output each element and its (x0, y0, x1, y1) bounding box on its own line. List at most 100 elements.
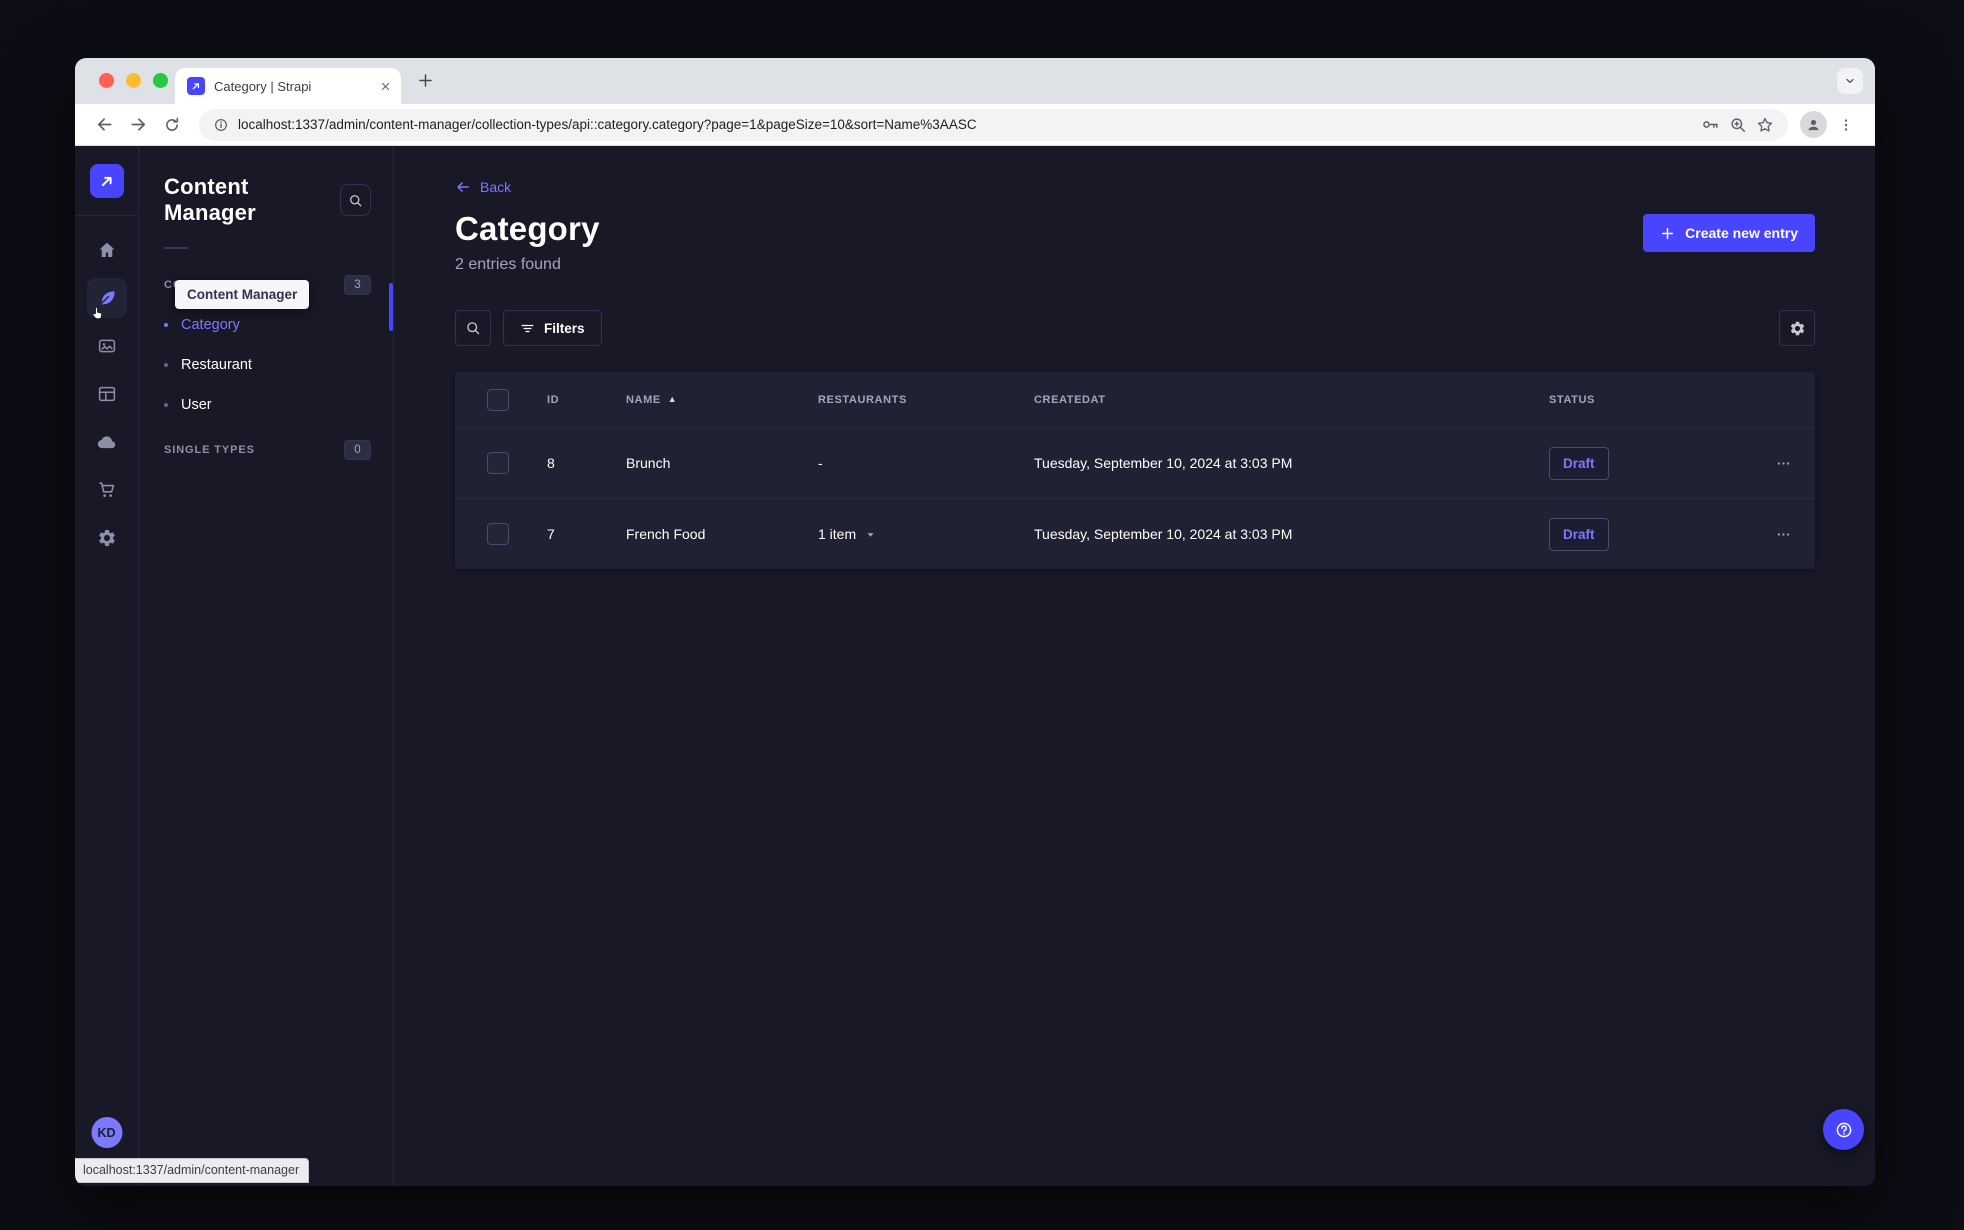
row-actions-button[interactable] (1751, 455, 1815, 472)
mouse-cursor-icon (89, 305, 106, 322)
row-actions-button[interactable] (1751, 526, 1815, 543)
cell-restaurants[interactable]: 1 item (818, 526, 1034, 542)
user-avatar[interactable]: KD (91, 1117, 122, 1148)
address-bar[interactable]: localhost:1337/admin/content-manager/col… (199, 108, 1788, 141)
browser-tab[interactable]: Category | Strapi (175, 68, 401, 104)
nav-settings-button[interactable] (87, 518, 127, 558)
status-bar-link: localhost:1337/admin/content-manager (75, 1158, 310, 1183)
close-window-button[interactable] (99, 73, 114, 88)
settings-icon (97, 528, 117, 548)
subnav-item-label: Category (181, 317, 240, 333)
subnav-item-category[interactable]: Category (139, 305, 393, 345)
url-text[interactable]: localhost:1337/admin/content-manager/col… (238, 117, 1692, 132)
nav-home-button[interactable] (87, 230, 127, 270)
nav-content-manager-button[interactable] (86, 278, 127, 319)
user-initials: KD (97, 1125, 116, 1140)
column-header-name[interactable]: NAME ▲ (626, 394, 818, 406)
strapi-favicon-icon (187, 77, 205, 95)
select-all-checkbox[interactable] (487, 388, 509, 411)
cell-createdat: Tuesday, September 10, 2024 at 3:03 PM (1034, 455, 1293, 471)
new-tab-icon[interactable] (417, 72, 434, 89)
zoom-icon[interactable] (1729, 116, 1747, 134)
relation-count-label: 1 item (818, 526, 857, 542)
key-icon[interactable] (1701, 115, 1720, 134)
chevron-down-icon (865, 529, 876, 540)
nav-cloud-button[interactable] (87, 422, 127, 462)
nav-content-type-builder-button[interactable] (87, 374, 127, 414)
info-icon[interactable] (213, 117, 229, 133)
row-checkbox[interactable] (487, 523, 509, 545)
strapi-admin: KD Content Manager COLLECTION TYPES 3 (75, 146, 1875, 1186)
nav-media-library-button[interactable] (87, 326, 127, 366)
ellipsis-icon (1775, 526, 1792, 543)
entries-count: 2 entries found (455, 256, 561, 273)
rail-divider (75, 215, 139, 216)
active-item-indicator (389, 283, 393, 331)
table-header-row: ID NAME ▲ RESTAURANTS CREATEDAT STATUS (455, 372, 1815, 427)
strapi-logo-icon[interactable] (89, 164, 124, 198)
single-types-count-badge: 0 (344, 440, 371, 460)
question-mark-icon (1833, 1119, 1855, 1141)
column-header-restaurants[interactable]: RESTAURANTS (818, 394, 1034, 406)
back-label: Back (480, 179, 512, 195)
gear-icon (1789, 320, 1806, 337)
search-icon (465, 320, 481, 336)
back-link[interactable]: Back (455, 179, 511, 195)
content-type-builder-icon (97, 384, 117, 404)
browser-toolbar: localhost:1337/admin/content-manager/col… (75, 104, 1875, 146)
back-icon[interactable] (89, 110, 119, 140)
table-row[interactable]: 8 Brunch - Tuesday, September 10, 2024 a… (455, 427, 1815, 498)
column-header-id[interactable]: ID (547, 394, 626, 406)
window-controls (99, 73, 168, 88)
star-icon[interactable] (1756, 116, 1774, 134)
column-header-createdat[interactable]: CREATEDAT (1034, 394, 1549, 406)
help-button[interactable] (1823, 1109, 1864, 1150)
cloud-icon (96, 432, 117, 453)
collection-types-count-badge: 3 (344, 275, 371, 295)
minimize-window-button[interactable] (126, 73, 141, 88)
subnav-title: Content Manager (164, 174, 256, 225)
browser-menu-icon[interactable] (1831, 110, 1861, 140)
profile-icon[interactable] (1800, 111, 1827, 138)
ellipsis-icon (1775, 455, 1792, 472)
create-new-entry-label: Create new entry (1685, 225, 1798, 241)
table-row[interactable]: 7 French Food 1 item Tuesday, September … (455, 498, 1815, 569)
create-new-entry-button[interactable]: Create new entry (1643, 214, 1815, 252)
entries-table: ID NAME ▲ RESTAURANTS CREATEDAT STATUS 8 … (455, 372, 1815, 569)
filter-icon (520, 321, 535, 336)
page-title: Category (455, 210, 600, 247)
media-library-icon (97, 336, 117, 356)
back-arrow-icon (455, 179, 471, 195)
tab-close-icon[interactable] (380, 81, 391, 92)
cell-restaurants: - (818, 455, 823, 471)
marketplace-cart-icon (97, 480, 117, 500)
table-search-button[interactable] (455, 310, 491, 346)
cell-createdat: Tuesday, September 10, 2024 at 3:03 PM (1034, 526, 1293, 542)
nav-marketplace-button[interactable] (87, 470, 127, 510)
status-badge: Draft (1549, 517, 1609, 551)
table-settings-button[interactable] (1779, 310, 1815, 346)
filters-label: Filters (544, 320, 585, 336)
filters-button[interactable]: Filters (503, 310, 602, 346)
subnav-item-restaurant[interactable]: Restaurant (139, 345, 393, 385)
subnav-search-button[interactable] (340, 184, 371, 216)
bullet-icon (164, 363, 168, 367)
tab-title: Category | Strapi (214, 78, 312, 94)
subnav-divider (164, 247, 188, 249)
table-controls: Filters (455, 310, 1815, 346)
row-checkbox[interactable] (487, 452, 509, 474)
plus-icon (1660, 226, 1675, 241)
browser-window: Category | Strapi localhost:1337/admin/c… (75, 58, 1875, 1186)
subnav-item-label: User (181, 397, 212, 413)
tab-strip: Category | Strapi (75, 58, 1875, 104)
tab-search-chevron-icon[interactable] (1837, 68, 1863, 94)
subnav-item-label: Restaurant (181, 357, 252, 373)
forward-icon[interactable] (123, 110, 153, 140)
single-types-label: SINGLE TYPES (164, 444, 255, 456)
maximize-window-button[interactable] (153, 73, 168, 88)
sort-ascending-icon: ▲ (667, 394, 678, 404)
bullet-icon (164, 403, 168, 407)
reload-icon[interactable] (157, 110, 187, 140)
subnav-item-user[interactable]: User (139, 385, 393, 425)
column-header-status[interactable]: STATUS (1549, 394, 1751, 406)
